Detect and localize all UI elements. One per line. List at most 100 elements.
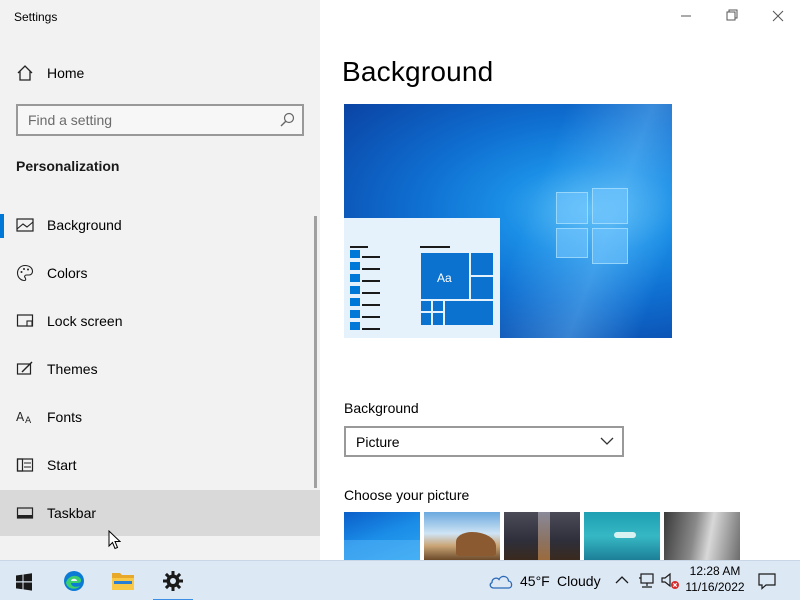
settings-taskbar-button[interactable] — [153, 561, 193, 600]
section-title: Personalization — [16, 158, 120, 174]
preview-line — [362, 256, 380, 258]
sidebar-item-fonts[interactable]: A A Fonts — [0, 394, 320, 440]
preview-line — [362, 268, 380, 270]
taskbar-clock[interactable]: 12:28 AM 11/16/2022 — [682, 563, 748, 595]
preview-line — [420, 246, 450, 248]
notification-icon[interactable] — [757, 572, 777, 590]
thumbnail-detail — [614, 532, 636, 538]
sidebar-item-themes[interactable]: Themes — [0, 346, 320, 392]
windows-logo-icon — [16, 573, 32, 591]
windows-logo-pane — [556, 228, 588, 258]
preview-start-tile — [350, 262, 360, 270]
preview-window: Aa — [344, 218, 500, 338]
fonts-icon: A A — [16, 410, 32, 426]
sidebar-item-label: Themes — [47, 361, 98, 377]
sidebar-item-label: Colors — [47, 265, 88, 281]
sidebar-item-start[interactable]: Start — [0, 442, 320, 488]
clock-time: 12:28 AM — [689, 564, 741, 578]
preview-tile — [470, 276, 494, 300]
home-icon — [17, 65, 33, 81]
search-input[interactable]: Find a setting — [16, 104, 304, 136]
sidebar-item-label: Start — [47, 457, 77, 473]
clock-date: 11/16/2022 — [685, 580, 745, 594]
settings-sidebar: Settings Home Find a setting Personaliza… — [0, 0, 320, 560]
background-dropdown-value: Picture — [356, 434, 400, 450]
sidebar-item-label: Taskbar — [47, 505, 97, 521]
thumbnail-detail — [538, 512, 550, 560]
sidebar-item-lock-screen[interactable]: Lock screen — [0, 298, 320, 344]
background-preview: Aa — [344, 104, 672, 338]
sidebar-scrollbar[interactable] — [314, 216, 317, 488]
start-icon — [16, 458, 34, 472]
sidebar-item-home[interactable]: Home — [0, 50, 320, 96]
weather-temperature[interactable]: 45°F — [520, 573, 550, 589]
preview-tile — [432, 300, 444, 312]
preview-tile — [444, 300, 494, 326]
preview-line — [362, 328, 380, 330]
sidebar-item-label: Background — [47, 217, 122, 233]
minimize-icon[interactable] — [670, 6, 702, 26]
preview-line — [362, 292, 380, 294]
picture-thumbnail[interactable] — [424, 512, 500, 560]
picture-thumbnail[interactable] — [344, 512, 420, 560]
sidebar-item-label: Fonts — [47, 409, 83, 425]
network-icon[interactable] — [638, 572, 656, 590]
chevron-up-icon[interactable] — [615, 574, 629, 586]
preview-tile-text: Aa — [437, 271, 452, 285]
preview-tile — [420, 312, 432, 326]
windows-logo-pane — [556, 192, 588, 224]
picture-icon — [16, 218, 34, 232]
picture-thumbnail[interactable] — [664, 512, 740, 560]
edge-icon — [64, 571, 84, 591]
preview-start-tile — [350, 286, 360, 294]
file-explorer-taskbar-button[interactable] — [103, 561, 143, 600]
preview-line — [350, 246, 368, 248]
edge-taskbar-button[interactable] — [54, 561, 94, 600]
sidebar-item-background[interactable]: Background — [0, 202, 320, 248]
background-label: Background — [344, 400, 419, 416]
picture-thumbnail[interactable] — [584, 512, 660, 560]
preview-tile — [420, 300, 432, 312]
thumbnail-detail — [344, 540, 420, 560]
restore-icon[interactable] — [716, 6, 748, 26]
app-title: Settings — [14, 10, 58, 24]
taskbar: 45°F Cloudy — [0, 560, 800, 600]
preview-start-tile — [350, 274, 360, 282]
page-title: Background — [342, 56, 494, 87]
windows-logo-pane — [592, 228, 628, 264]
preview-line — [362, 280, 380, 282]
search-icon[interactable] — [278, 111, 296, 129]
search-placeholder: Find a setting — [28, 112, 113, 128]
background-dropdown[interactable]: Picture — [344, 426, 624, 457]
thumbnail-detail — [456, 532, 496, 556]
preview-start-tile — [350, 322, 360, 330]
weather-condition[interactable]: Cloudy — [557, 573, 601, 589]
svg-text:A: A — [25, 416, 32, 426]
preview-tile — [432, 312, 444, 326]
sidebar-item-colors[interactable]: Colors — [0, 250, 320, 296]
preview-start-tile — [350, 310, 360, 318]
lock-screen-icon — [16, 314, 34, 327]
cloud-icon[interactable] — [488, 573, 514, 589]
windows-logo-pane — [592, 188, 628, 224]
choose-picture-label: Choose your picture — [344, 487, 470, 503]
themes-icon — [16, 361, 33, 375]
folder-icon — [112, 573, 134, 590]
preview-start-tile — [350, 250, 360, 258]
sidebar-item-taskbar[interactable]: Taskbar — [0, 490, 320, 536]
mouse-cursor-icon — [108, 530, 121, 550]
close-icon[interactable] — [762, 6, 794, 26]
svg-text:A: A — [16, 410, 25, 424]
taskbar-icon — [16, 507, 34, 519]
preview-line — [362, 316, 380, 318]
preview-start-tile — [350, 298, 360, 306]
chevron-down-icon — [600, 437, 614, 445]
palette-icon — [16, 264, 34, 282]
sidebar-item-label: Lock screen — [47, 313, 123, 329]
preview-line — [362, 304, 380, 306]
preview-tile: Aa — [420, 252, 470, 300]
start-button[interactable] — [4, 561, 44, 600]
volume-muted-icon[interactable] — [660, 572, 680, 590]
gear-icon — [163, 571, 183, 591]
picture-thumbnail[interactable] — [504, 512, 580, 560]
